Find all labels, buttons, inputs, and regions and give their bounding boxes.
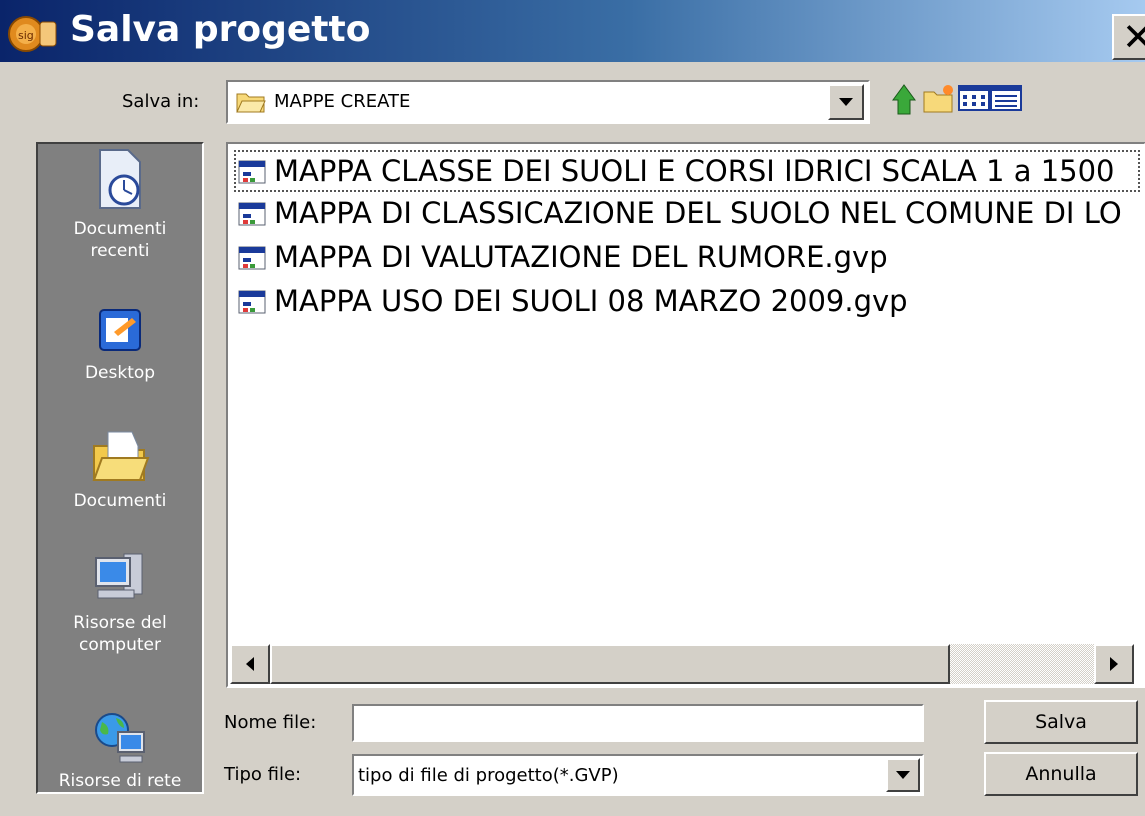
- gvp-file-icon: [238, 246, 266, 270]
- app-icon: sig: [8, 16, 57, 52]
- up-folder-icon[interactable]: [892, 82, 920, 116]
- window-title: Salva progetto: [70, 9, 371, 50]
- place-desktop[interactable]: Desktop: [38, 306, 202, 384]
- filetype-select[interactable]: tipo di file di progetto(*.GVP): [352, 754, 924, 796]
- gvp-file-icon: [238, 290, 266, 314]
- place-label: Risorse del computer: [73, 613, 167, 655]
- svg-text:sig: sig: [18, 29, 34, 42]
- network-icon: [95, 713, 145, 763]
- new-folder-icon[interactable]: [922, 82, 956, 116]
- desktop-icon: [99, 309, 141, 351]
- lookin-value: MAPPE CREATE: [274, 91, 411, 112]
- arrow-right-icon: [1110, 657, 1118, 671]
- horizontal-scrollbar[interactable]: [230, 644, 1134, 684]
- filename-label: Nome file:: [224, 712, 317, 733]
- file-name: MAPPA CLASSE DEI SUOLI E CORSI IDRICI SC…: [274, 154, 1115, 188]
- title-bar: sig Salva progetto ✕: [0, 0, 1145, 62]
- place-label: Desktop: [84, 363, 156, 383]
- file-item[interactable]: MAPPA CLASSE DEI SUOLI E CORSI IDRICI SC…: [234, 150, 1140, 192]
- folder-open-icon: [236, 93, 266, 113]
- filename-input[interactable]: [352, 704, 924, 742]
- lookin-label: Salva in:: [122, 91, 200, 112]
- chevron-down-icon: [839, 98, 853, 106]
- lookin-combo[interactable]: MAPPE CREATE: [226, 80, 870, 124]
- gvp-file-icon: [238, 160, 266, 184]
- file-item[interactable]: MAPPA DI CLASSICAZIONE DEL SUOLO NEL COM…: [234, 192, 1122, 234]
- scroll-thumb[interactable]: [270, 644, 950, 684]
- cancel-button[interactable]: Annulla: [984, 752, 1138, 796]
- scroll-right-button[interactable]: [1094, 644, 1134, 684]
- filetype-dropdown-button[interactable]: [886, 758, 920, 792]
- close-icon: ✕: [1122, 16, 1145, 58]
- file-list[interactable]: MAPPA CLASSE DEI SUOLI E CORSI IDRICI SC…: [226, 142, 1145, 688]
- place-label: Risorse di rete: [58, 771, 182, 791]
- recent-documents-icon: [99, 149, 141, 209]
- details-view-icon[interactable]: [990, 82, 1022, 114]
- file-name: MAPPA DI CLASSICAZIONE DEL SUOLO NEL COM…: [274, 196, 1122, 230]
- place-label: Documenti recenti: [73, 219, 167, 261]
- place-recent-documents[interactable]: Documenti recenti: [38, 148, 202, 262]
- file-item[interactable]: MAPPA USO DEI SUOLI 08 MARZO 2009.gvp: [234, 280, 908, 322]
- places-bar: Documenti recenti Desktop Documenti Riso…: [36, 142, 204, 794]
- my-computer-icon: [95, 553, 143, 599]
- gvp-file-icon: [238, 202, 266, 226]
- arrow-left-icon: [246, 657, 254, 671]
- filetype-value: tipo di file di progetto(*.GVP): [358, 765, 619, 786]
- place-label: Documenti: [73, 491, 167, 511]
- save-button[interactable]: Salva: [984, 700, 1138, 744]
- place-my-computer[interactable]: Risorse del computer: [38, 548, 202, 656]
- list-view-icon[interactable]: [958, 82, 990, 114]
- file-name: MAPPA USO DEI SUOLI 08 MARZO 2009.gvp: [274, 284, 908, 318]
- place-documents[interactable]: Documenti: [38, 426, 202, 512]
- file-name: MAPPA DI VALUTAZIONE DEL RUMORE.gvp: [274, 240, 888, 274]
- chevron-down-icon: [896, 771, 910, 779]
- documents-folder-icon: [92, 431, 150, 481]
- scroll-left-button[interactable]: [230, 644, 270, 684]
- filetype-label: Tipo file:: [224, 764, 302, 785]
- lookin-dropdown-button[interactable]: [828, 84, 864, 120]
- file-item[interactable]: MAPPA DI VALUTAZIONE DEL RUMORE.gvp: [234, 236, 888, 278]
- place-network[interactable]: Risorse di rete: [38, 710, 202, 792]
- close-button[interactable]: ✕: [1112, 14, 1145, 60]
